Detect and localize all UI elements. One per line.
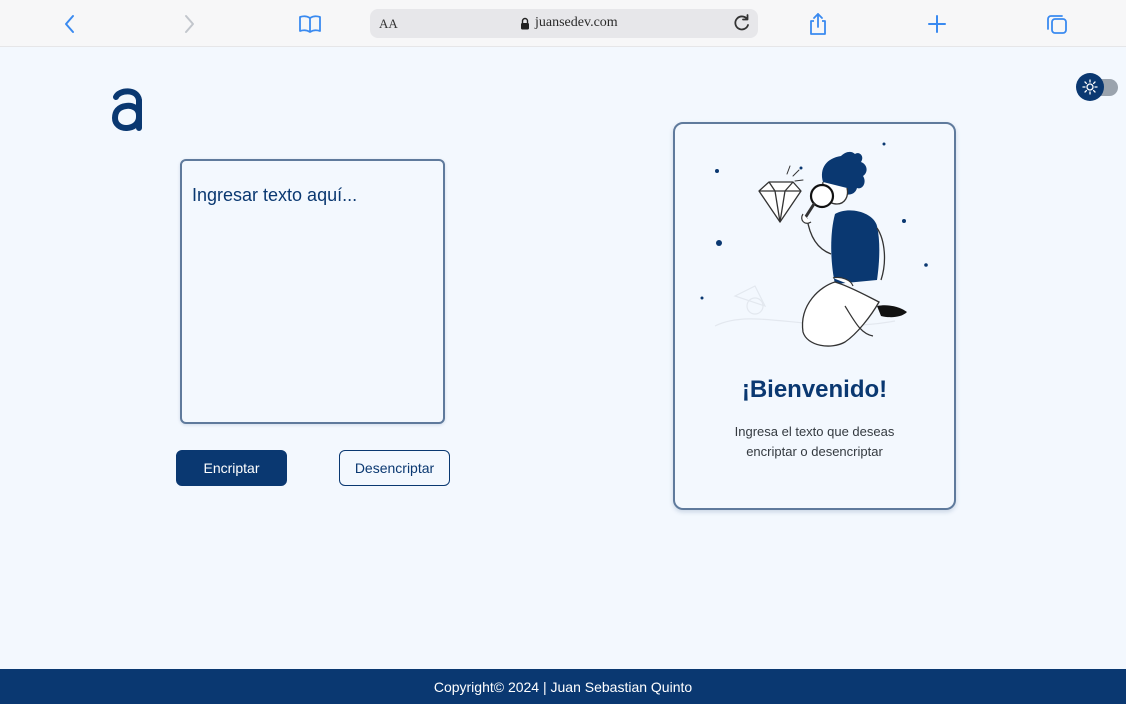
- new-tab-button[interactable]: [923, 10, 951, 38]
- toggle-knob: [1076, 73, 1104, 101]
- text-input-container: [180, 159, 445, 424]
- browser-toolbar: AA juansedev.com: [0, 0, 1126, 47]
- tabs-icon: [1047, 15, 1067, 34]
- welcome-message: Ingresa el texto que deseas encriptar o …: [734, 424, 895, 459]
- tabs-overview-button[interactable]: [1043, 10, 1071, 38]
- footer-copyright: Copyright© 2024 | Juan Sebastian Quinto: [433, 678, 693, 695]
- text-input[interactable]: [182, 161, 443, 422]
- bookmarks-icon: [299, 15, 321, 33]
- sun-icon: [1082, 79, 1098, 95]
- forward-icon: [185, 15, 194, 33]
- bookmarks-button[interactable]: [296, 10, 324, 38]
- new-tab-icon: [928, 15, 946, 33]
- footer: Copyright© 2024 | Juan Sebastian Quinto: [0, 669, 1126, 704]
- brand-logo-icon: [111, 88, 142, 132]
- url-display[interactable]: juansedev.com: [520, 15, 618, 31]
- theme-toggle[interactable]: [1076, 73, 1119, 101]
- reload-icon: [734, 14, 749, 31]
- share-icon: [810, 13, 826, 35]
- brand-logo[interactable]: [111, 84, 145, 132]
- lock-icon: [521, 17, 529, 29]
- forward-button[interactable]: [175, 10, 203, 38]
- welcome-title: ¡Bienvenido!: [741, 376, 888, 403]
- address-bar[interactable]: AA juansedev.com: [370, 9, 758, 38]
- decrypt-button[interactable]: Desencriptar: [339, 450, 450, 486]
- back-button[interactable]: [56, 10, 84, 38]
- encrypt-button[interactable]: Encriptar: [176, 450, 287, 486]
- share-button[interactable]: [804, 10, 832, 38]
- welcome-illustration: [700, 142, 928, 347]
- reload-button[interactable]: [732, 13, 752, 38]
- back-icon: [65, 15, 74, 33]
- reader-mode-button[interactable]: AA: [379, 16, 398, 32]
- url-text: juansedev.com: [535, 15, 618, 30]
- output-card: ¡Bienvenido! Ingresa el texto que deseas…: [673, 122, 956, 510]
